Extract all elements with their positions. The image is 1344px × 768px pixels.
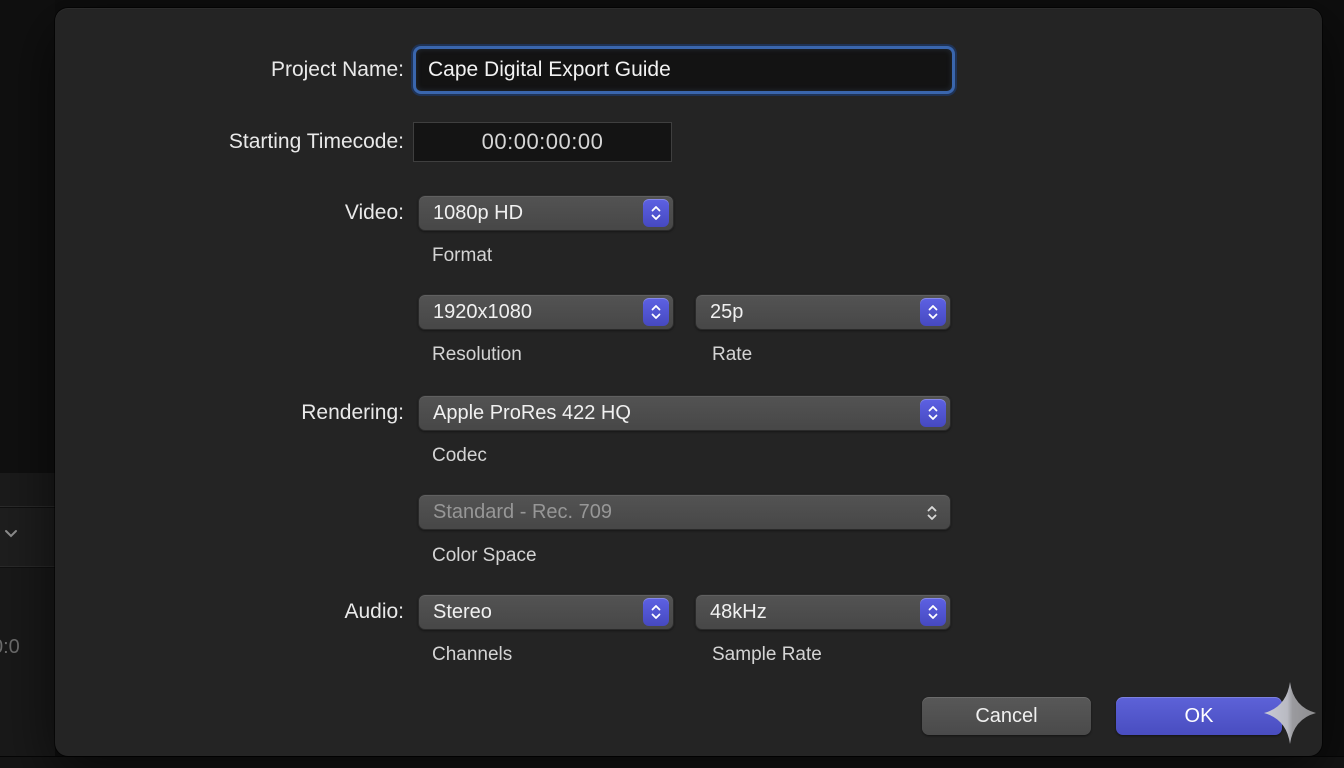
background-partial-timecode: 0:0 [0,636,52,659]
stepper-icon-disabled [924,499,940,527]
rate-caption: Rate [712,344,752,366]
starting-timecode-label: Starting Timecode: [55,122,404,162]
audio-label: Audio: [55,594,404,630]
rate-dropdown[interactable]: 25p [695,294,951,330]
project-name-input[interactable] [413,46,955,94]
video-format-dropdown[interactable]: 1080p HD [418,195,674,231]
resolution-dropdown[interactable]: 1920x1080 [418,294,674,330]
cancel-button[interactable]: Cancel [922,697,1091,735]
background-panel [0,473,55,507]
channels-dropdown[interactable]: Stereo [418,594,674,630]
stepper-icon [643,598,669,626]
rate-value: 25p [710,295,743,329]
project-name-label: Project Name: [55,46,404,94]
stepper-icon [920,298,946,326]
color-space-value: Standard - Rec. 709 [433,495,612,529]
color-space-dropdown: Standard - Rec. 709 [418,494,951,530]
screen: 0:0 Project Name: Starting Timecode: 00:… [0,0,1344,768]
sample-rate-caption: Sample Rate [712,644,822,666]
color-space-caption: Color Space [432,545,537,567]
rendering-label: Rendering: [55,395,404,431]
video-label: Video: [55,195,404,231]
starting-timecode-field[interactable]: 00:00:00:00 [413,122,672,162]
codec-caption: Codec [432,445,487,467]
background-bottom-strip [0,756,1344,768]
background-panel: 0:0 [0,568,55,756]
background-app-strip: 0:0 [0,0,55,768]
channels-value: Stereo [433,595,492,629]
stepper-icon [643,298,669,326]
resolution-value: 1920x1080 [433,295,532,329]
background-panel [0,508,55,567]
sample-rate-dropdown[interactable]: 48kHz [695,594,951,630]
format-caption: Format [432,245,492,267]
stepper-icon [920,598,946,626]
stepper-icon [643,199,669,227]
codec-dropdown[interactable]: Apple ProRes 422 HQ [418,395,951,431]
stepper-icon [920,399,946,427]
codec-value: Apple ProRes 422 HQ [433,396,631,430]
resolution-caption: Resolution [432,344,522,366]
channels-caption: Channels [432,644,512,666]
project-settings-dialog: Project Name: Starting Timecode: 00:00:0… [55,8,1322,756]
ok-button[interactable]: OK [1116,697,1282,735]
sample-rate-value: 48kHz [710,595,767,629]
chevron-down-icon [2,524,20,542]
video-format-value: 1080p HD [433,196,523,230]
